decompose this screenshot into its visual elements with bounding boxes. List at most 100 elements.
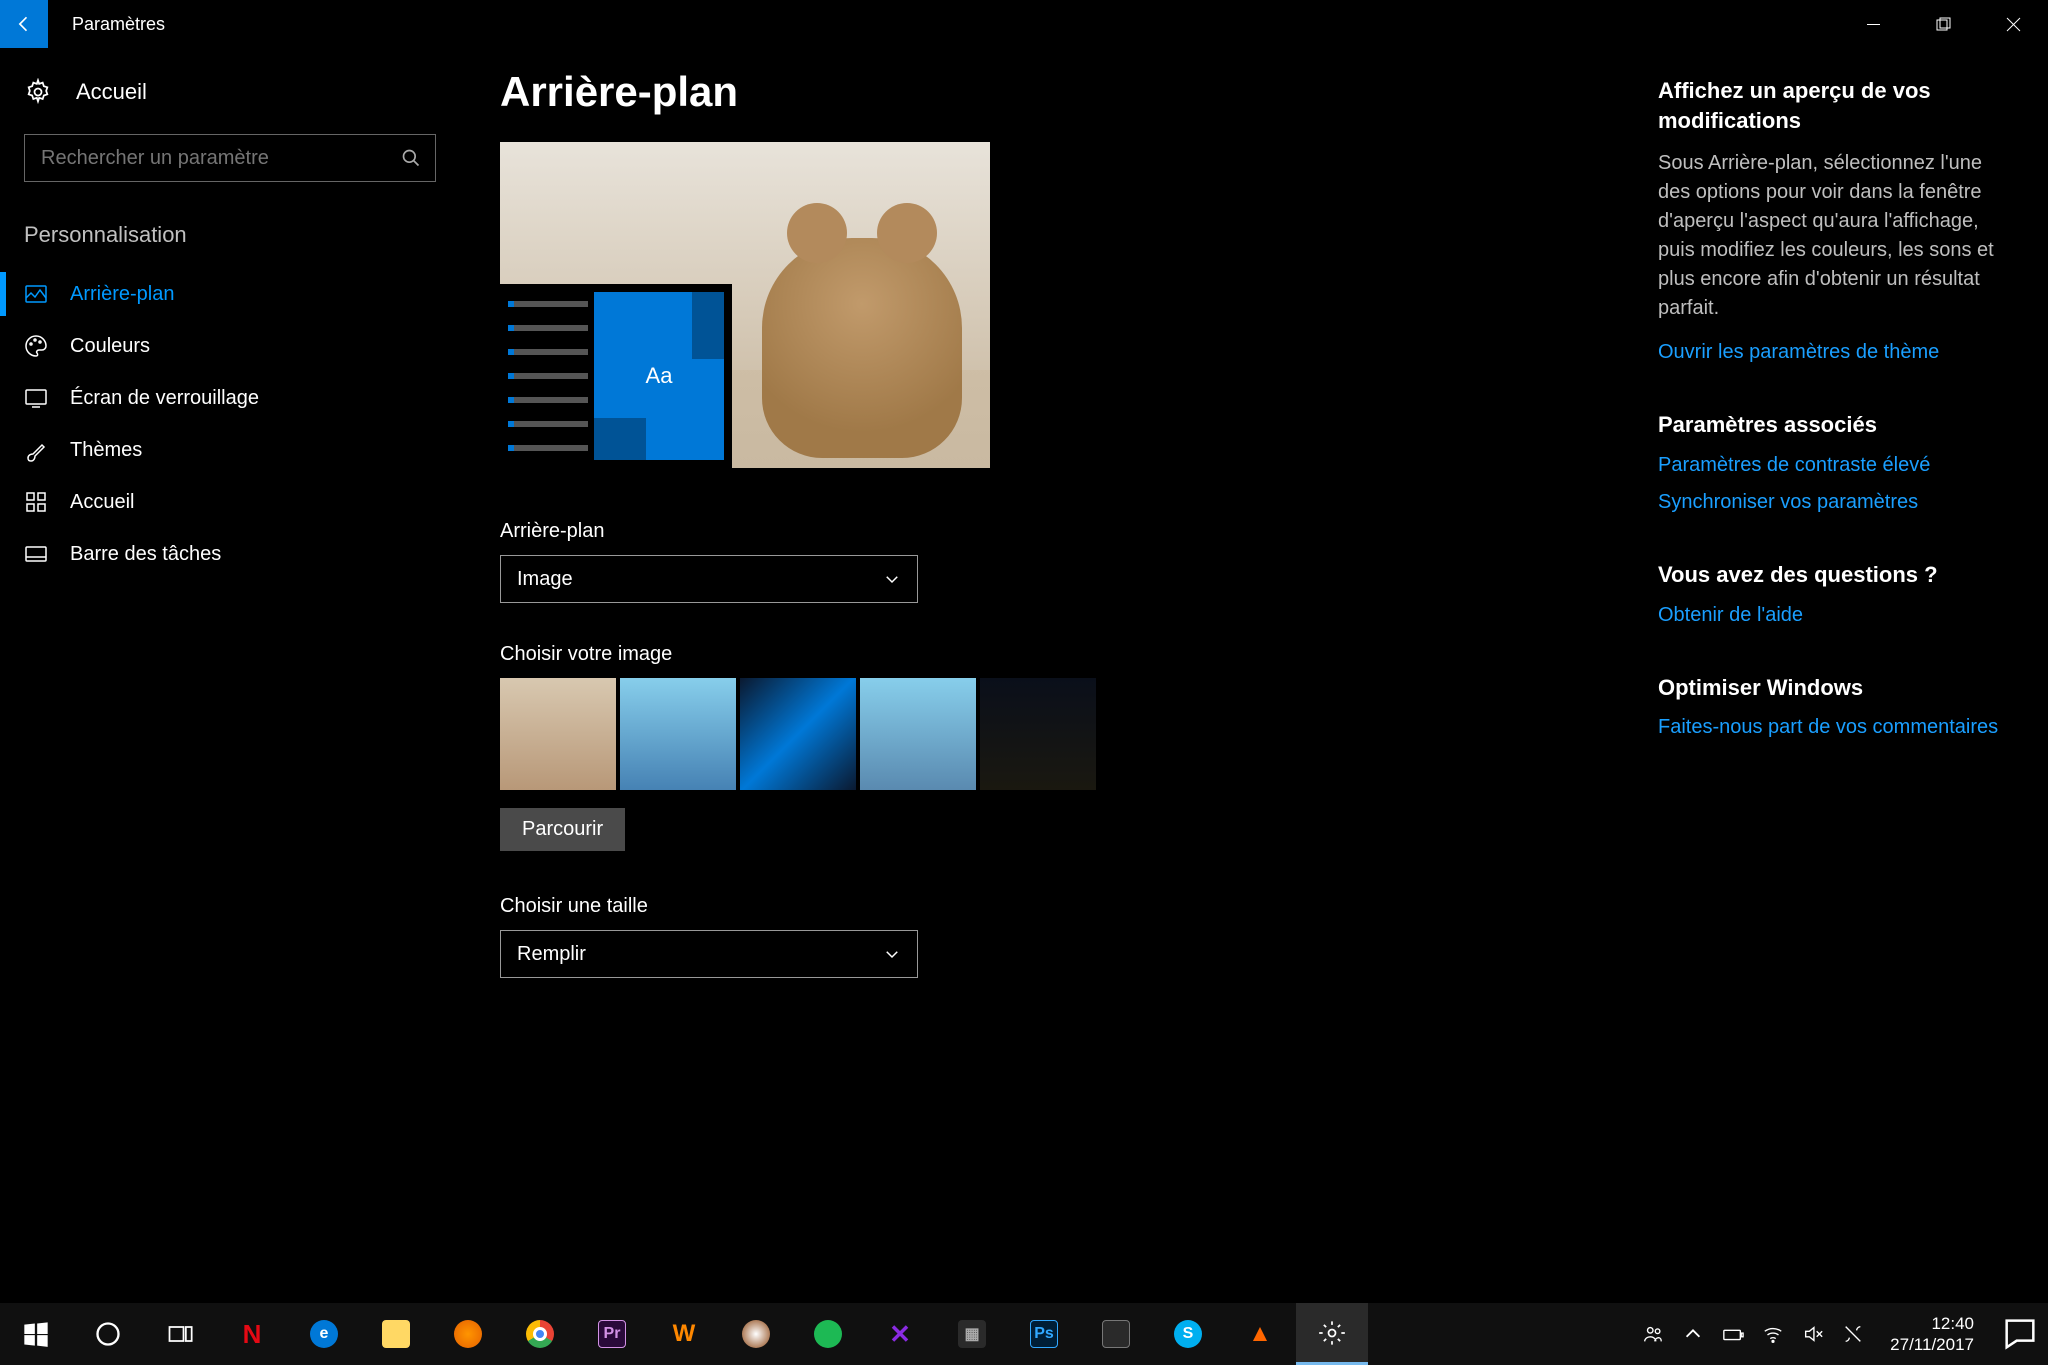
page-title: Arrière-plan [500, 68, 1220, 116]
home-label: Accueil [76, 79, 147, 105]
folder-icon [382, 1320, 410, 1348]
fit-dropdown[interactable]: Remplir [500, 930, 918, 978]
action-center-button[interactable] [2000, 1314, 2040, 1354]
app-settings[interactable] [1296, 1303, 1368, 1365]
app-video[interactable]: ▦ [936, 1303, 1008, 1365]
video-icon: ▦ [958, 1320, 986, 1348]
windows-icon [22, 1320, 50, 1348]
app-misc1[interactable]: ✕ [864, 1303, 936, 1365]
sidebar-item-lockscreen[interactable]: Écran de verrouillage [24, 372, 436, 424]
sidebar-item-label: Arrière-plan [70, 283, 174, 306]
app-wamp[interactable]: W [648, 1303, 720, 1365]
background-dropdown[interactable]: Image [500, 555, 918, 603]
app-paint[interactable] [720, 1303, 792, 1365]
chrome-icon [526, 1320, 554, 1348]
battery-icon [1722, 1323, 1744, 1345]
clock-date: 27/11/2017 [1890, 1334, 1974, 1355]
minimize-icon [1866, 17, 1881, 32]
minimize-button[interactable] [1838, 0, 1908, 48]
search-box[interactable] [24, 134, 436, 182]
flame-icon: ▲ [1246, 1320, 1274, 1348]
sidebar-item-label: Barre des tâches [70, 543, 221, 566]
paint-icon [742, 1320, 770, 1348]
window-title: Paramètres [48, 0, 165, 48]
sidebar-item-colors[interactable]: Couleurs [24, 320, 436, 372]
aside-questions-heading: Vous avez des questions ? [1658, 560, 2008, 590]
aside-optimize-heading: Optimiser Windows [1658, 673, 2008, 703]
thumbnail-5[interactable] [980, 678, 1096, 790]
dropdown-value: Remplir [517, 943, 586, 966]
close-icon [2006, 17, 2021, 32]
netflix-icon: N [238, 1320, 266, 1348]
app-firefox[interactable] [432, 1303, 504, 1365]
cortana-button[interactable] [72, 1303, 144, 1365]
start-button[interactable] [0, 1303, 72, 1365]
thumbnail-3[interactable] [740, 678, 856, 790]
app-premiere[interactable]: Pr [576, 1303, 648, 1365]
volume-mute-icon [1802, 1323, 1824, 1345]
maximize-icon [1936, 17, 1951, 32]
sync-settings-link[interactable]: Synchroniser vos paramètres [1658, 491, 2008, 514]
sidebar-item-label: Thèmes [70, 439, 142, 462]
app-icon [1102, 1320, 1130, 1348]
thumbnail-2[interactable] [620, 678, 736, 790]
butterfly-icon: ✕ [886, 1320, 914, 1348]
thumbnail-1[interactable] [500, 678, 616, 790]
chevron-up-icon [1682, 1323, 1704, 1345]
task-view-button[interactable] [144, 1303, 216, 1365]
sidebar-item-start[interactable]: Accueil [24, 476, 436, 528]
choose-fit-label: Choisir une taille [500, 895, 1220, 918]
title-bar: Paramètres [0, 0, 2048, 48]
notification-icon [2000, 1314, 2040, 1354]
theme-settings-link[interactable]: Ouvrir les paramètres de thème [1658, 341, 2008, 364]
aside-preview-heading: Affichez un aperçu de vos modifications [1658, 76, 2008, 135]
skype-icon: S [1174, 1320, 1202, 1348]
edge-icon: e [310, 1320, 338, 1348]
sidebar-item-taskbar[interactable]: Barre des tâches [24, 528, 436, 580]
maximize-button[interactable] [1908, 0, 1978, 48]
task-view-icon [166, 1320, 194, 1348]
back-button[interactable] [0, 0, 48, 48]
app-spotify[interactable] [792, 1303, 864, 1365]
search-input[interactable] [41, 147, 387, 170]
app-skype[interactable]: S [1152, 1303, 1224, 1365]
app-photoshop[interactable]: Ps [1008, 1303, 1080, 1365]
taskbar: N e Pr W ✕ ▦ Ps S ▲ 12:40 27/11/2017 [0, 1303, 2048, 1365]
chevron-down-icon [883, 945, 901, 963]
section-title: Personnalisation [24, 222, 436, 248]
app-explorer[interactable] [360, 1303, 432, 1365]
people-icon [1642, 1323, 1664, 1345]
palette-icon [24, 334, 48, 358]
app-chrome[interactable] [504, 1303, 576, 1365]
sidebar-item-themes[interactable]: Thèmes [24, 424, 436, 476]
sidebar: Accueil Personnalisation Arrière-plan Co… [0, 48, 460, 1303]
image-thumbnails [500, 678, 1220, 790]
high-contrast-link[interactable]: Paramètres de contraste élevé [1658, 454, 2008, 477]
sidebar-item-background[interactable]: Arrière-plan [24, 268, 436, 320]
aside-preview-body: Sous Arrière-plan, sélectionnez l'une de… [1658, 149, 2008, 323]
preview-sample-text: Aa [646, 363, 673, 389]
app-misc2[interactable] [1080, 1303, 1152, 1365]
brush-icon [24, 438, 48, 462]
snip-icon [1842, 1323, 1864, 1345]
app-edge[interactable]: e [288, 1303, 360, 1365]
picture-icon [24, 282, 48, 306]
thumbnail-4[interactable] [860, 678, 976, 790]
wifi-icon [1762, 1323, 1784, 1345]
taskbar-icon [24, 542, 48, 566]
photoshop-icon: Ps [1030, 1320, 1058, 1348]
monitor-icon [24, 386, 48, 410]
system-tray[interactable] [1642, 1323, 1864, 1345]
arrow-left-icon [14, 14, 34, 34]
clock[interactable]: 12:40 27/11/2017 [1880, 1313, 1984, 1356]
app-netflix[interactable]: N [216, 1303, 288, 1365]
wallpaper-preview: Aa [500, 142, 990, 468]
browse-button[interactable]: Parcourir [500, 808, 625, 851]
dropdown-value: Image [517, 568, 573, 591]
home-button[interactable]: Accueil [24, 78, 436, 106]
get-help-link[interactable]: Obtenir de l'aide [1658, 604, 2008, 627]
app-misc3[interactable]: ▲ [1224, 1303, 1296, 1365]
clock-time: 12:40 [1890, 1313, 1974, 1334]
close-button[interactable] [1978, 0, 2048, 48]
feedback-link[interactable]: Faites-nous part de vos commentaires [1658, 716, 2008, 739]
